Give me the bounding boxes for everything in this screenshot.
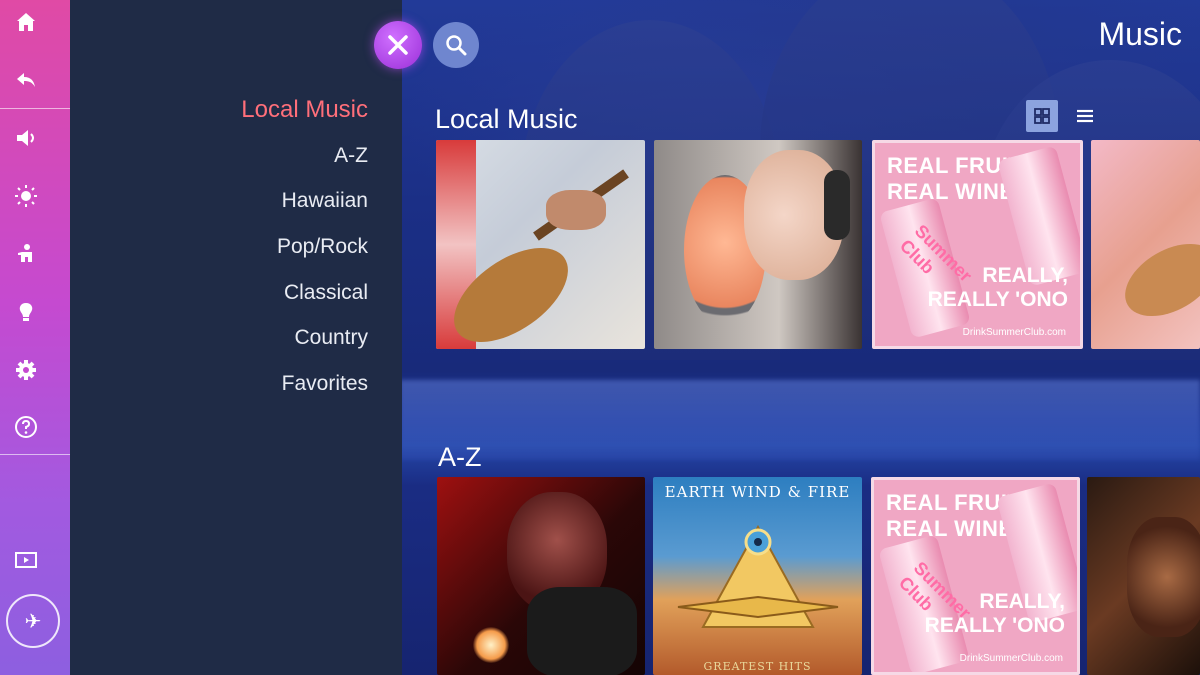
category-list: Local Music A-Z Hawaiian Pop/Rock Classi… — [241, 92, 368, 412]
ocean-surf — [400, 380, 1200, 460]
tile-earth-wind-fire-album[interactable]: EARTH WIND & FIRE GREATEST HITS — [653, 477, 862, 675]
page-title: Music — [1098, 16, 1182, 52]
category-panel: Local Music A-Z Hawaiian Pop/Rock Classi… — [70, 0, 402, 675]
category-item-favorites[interactable]: Favorites — [241, 366, 368, 412]
ad-url: DrinkSummerClub.com — [962, 327, 1066, 338]
tile-ukulele-photo[interactable] — [436, 140, 645, 349]
tile-summer-club-ad[interactable]: REAL FRUIT, REAL WINE Summer Club REALLY,… — [872, 140, 1083, 349]
ad-tagline: REALLY, REALLY 'ONO — [924, 590, 1065, 637]
ad-tagline: REALLY, REALLY 'ONO — [927, 264, 1068, 311]
album-artist: EARTH WIND & FIRE — [664, 483, 851, 501]
airplane-icon: ✈ — [24, 610, 42, 633]
close-x-icon — [388, 35, 408, 55]
airplane-mode-button[interactable]: ✈ — [6, 594, 60, 648]
search-icon — [446, 35, 467, 56]
sound-icon[interactable] — [8, 120, 44, 156]
search-button[interactable] — [433, 22, 479, 68]
grid-view-button[interactable] — [1026, 100, 1058, 132]
tile-ukulele-photo-partial[interactable] — [1091, 140, 1200, 349]
brightness-icon[interactable] — [8, 178, 44, 214]
category-item-a-z[interactable]: A-Z — [241, 138, 368, 184]
settings-rail: ✈ — [0, 0, 70, 675]
home-icon[interactable] — [8, 4, 44, 40]
tile-summer-club-ad-2[interactable]: REAL FRUIT, REAL WINE Summer Club REALLY,… — [871, 477, 1080, 675]
tile-singer-microphone-photo[interactable] — [654, 140, 862, 349]
grid-icon — [1034, 108, 1050, 124]
category-item-classical[interactable]: Classical — [241, 275, 368, 321]
tile-pianist-photo[interactable] — [437, 477, 645, 675]
input-source-icon[interactable] — [8, 542, 44, 578]
ad-url: DrinkSummerClub.com — [959, 653, 1063, 664]
help-icon[interactable] — [8, 409, 44, 445]
list-icon — [1077, 109, 1093, 123]
section-title-a-z: A-Z — [438, 442, 482, 472]
close-button[interactable] — [374, 21, 422, 69]
back-icon[interactable] — [8, 62, 44, 98]
tile-dancer-photo-partial[interactable] — [1087, 477, 1200, 675]
section-title-local-music: Local Music — [435, 104, 578, 134]
pyramid-artwork — [677, 524, 839, 628]
album-title: GREATEST HITS — [703, 660, 812, 673]
category-item-pop-rock[interactable]: Pop/Rock — [241, 229, 368, 275]
category-item-hawaiian[interactable]: Hawaiian — [241, 183, 368, 229]
gear-icon[interactable] — [8, 352, 44, 388]
list-view-button[interactable] — [1072, 100, 1098, 132]
category-item-country[interactable]: Country — [241, 320, 368, 366]
lightbulb-icon[interactable] — [8, 294, 44, 330]
category-item-local-music[interactable]: Local Music — [241, 92, 368, 138]
accessibility-icon[interactable] — [8, 236, 44, 272]
